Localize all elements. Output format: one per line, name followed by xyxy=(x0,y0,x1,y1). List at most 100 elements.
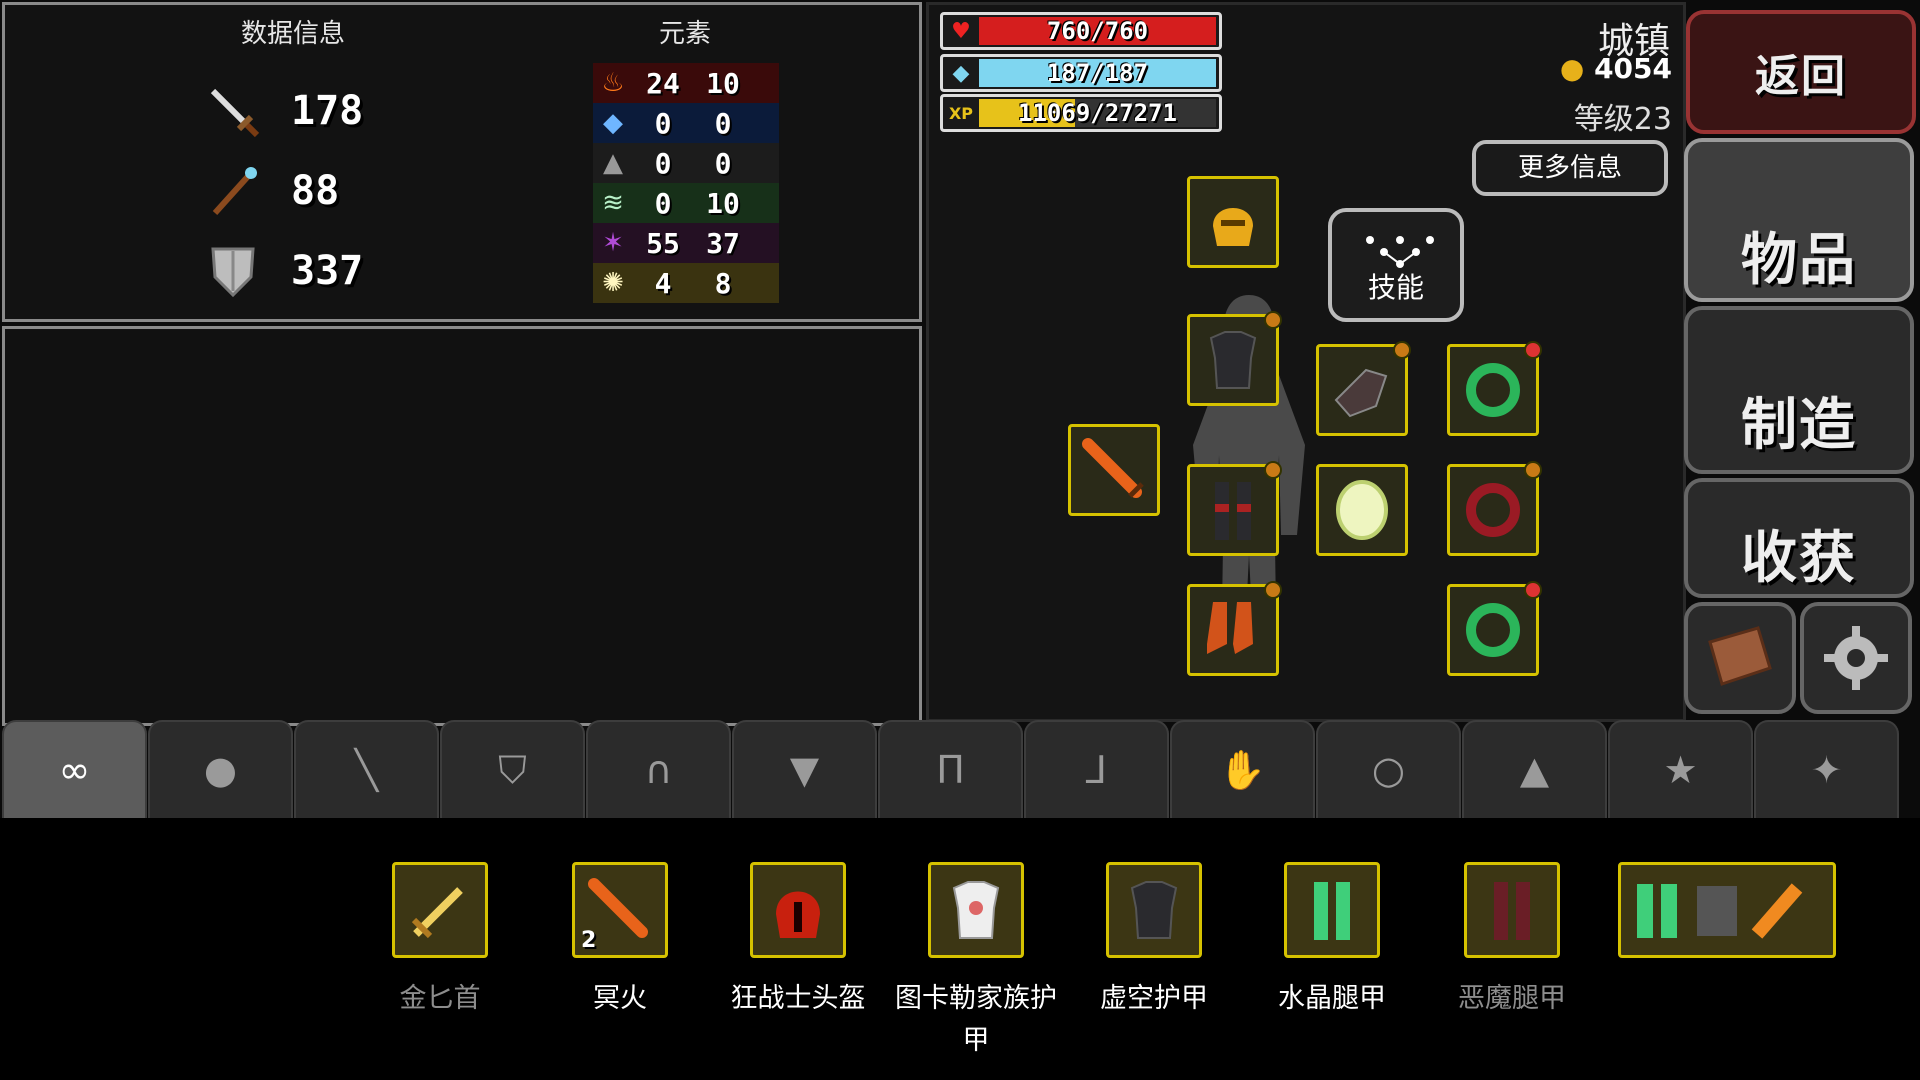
wand-icon: ✦ xyxy=(1810,748,1843,792)
gear-icon xyxy=(1824,626,1888,690)
inventory-item-stack[interactable] xyxy=(1618,862,1836,958)
slot-offhand[interactable] xyxy=(1316,464,1408,556)
journal-button[interactable] xyxy=(1684,602,1796,714)
back-label: 返回 xyxy=(1755,51,1847,102)
mp-bar: ◆ 187/187 xyxy=(940,54,1222,92)
item-stack-icon xyxy=(1637,883,1803,939)
tab-shields[interactable]: ⛉ xyxy=(440,720,585,818)
ring-icon xyxy=(1466,363,1520,417)
boots-icon xyxy=(1207,602,1253,654)
tab-rings[interactable]: ○ xyxy=(1316,720,1461,818)
item-name: 狂战士头盔 xyxy=(730,983,866,1014)
tab-legs[interactable]: Π xyxy=(878,720,1023,818)
slot-ring-2[interactable] xyxy=(1447,461,1542,556)
elements-table: ♨ 24 10 ◆ 0 0 ▲ 0 0 ≋ 0 10 ✶ 55 37 ✺ 4 8 xyxy=(593,63,779,303)
settings-button[interactable] xyxy=(1800,602,1912,714)
boots-icon: ⅃ xyxy=(1085,748,1108,792)
more-info-button[interactable]: 更多信息 xyxy=(1472,140,1668,196)
tab-favorites[interactable]: ★ xyxy=(1608,720,1753,818)
xp-bar: XP 11069/27271 xyxy=(940,94,1222,132)
elements-header: 元素 xyxy=(659,19,712,49)
staff-icon xyxy=(212,167,257,216)
rock-attack: 0 xyxy=(654,146,672,180)
tab-hats[interactable]: ▲ xyxy=(1462,720,1607,818)
tab-helmets[interactable]: ∩ xyxy=(586,720,731,818)
inventory-item[interactable] xyxy=(928,862,1024,958)
wind-attack: 0 xyxy=(654,186,672,220)
harvest-button[interactable]: 收获 xyxy=(1684,478,1914,598)
wind-icon: ≋ xyxy=(602,188,624,218)
slot-helmet[interactable] xyxy=(1187,176,1279,268)
star-icon: ★ xyxy=(1663,748,1698,792)
fire-icon: ♨ xyxy=(601,68,625,98)
gem-socket xyxy=(1524,581,1542,599)
ring-icon xyxy=(1466,483,1520,537)
gem-socket xyxy=(1264,581,1282,599)
item-name: 水晶腿甲 xyxy=(1278,983,1386,1014)
xp-track: 11069/27271 xyxy=(979,99,1216,127)
rock-icon: ▲ xyxy=(603,148,623,178)
rock-defense: 0 xyxy=(714,146,732,180)
orb-icon xyxy=(1336,480,1388,540)
inventory-item[interactable] xyxy=(1464,862,1560,958)
element-row-ice: ◆ 0 0 xyxy=(593,103,779,143)
void-armor-icon xyxy=(1130,881,1178,939)
slot-weapon[interactable] xyxy=(1068,424,1160,516)
inventory-item[interactable] xyxy=(1106,862,1202,958)
slot-legs[interactable] xyxy=(1187,461,1282,556)
skills-button[interactable]: 技能 xyxy=(1328,208,1464,322)
slot-ring-1[interactable] xyxy=(1447,341,1542,436)
back-button[interactable]: 返回 xyxy=(1686,10,1916,134)
helmet-icon: ∩ xyxy=(644,748,673,792)
slot-boots[interactable] xyxy=(1187,581,1282,676)
tab-consumables[interactable]: ● xyxy=(148,720,293,818)
tab-armor[interactable]: ▼ xyxy=(732,720,877,818)
mp-track: 187/187 xyxy=(979,59,1216,87)
crystal-legs-icon xyxy=(1314,882,1350,940)
dagger-icon xyxy=(411,887,463,939)
armor-icon xyxy=(1209,331,1257,389)
gold-display: ● 4054 xyxy=(1560,52,1672,85)
fire-attack: 24 xyxy=(646,66,680,100)
element-row-holy: ✺ 4 8 xyxy=(593,263,779,303)
skills-label: 技能 xyxy=(1367,271,1424,304)
attack-stat: 178 xyxy=(205,83,363,139)
slot-amulet[interactable] xyxy=(1447,581,1542,676)
item-name: 虚空护甲 xyxy=(1100,983,1208,1014)
bag-icon: ● xyxy=(203,748,238,792)
tab-gloves[interactable]: ✋ xyxy=(1170,720,1315,818)
craft-button[interactable]: 制造 xyxy=(1684,306,1914,474)
slot-armor[interactable] xyxy=(1187,311,1282,406)
tab-all[interactable]: ∞ xyxy=(2,720,147,818)
gold-icon: ● xyxy=(1559,52,1585,85)
dark-icon: ✶ xyxy=(602,228,624,258)
holy-attack: 4 xyxy=(654,266,672,300)
tab-boots[interactable]: ⅃ xyxy=(1024,720,1169,818)
helmet-icon xyxy=(1213,208,1253,246)
item-name: 恶魔腿甲 xyxy=(1458,983,1566,1014)
magic-value: 88 xyxy=(291,168,340,214)
message-panel xyxy=(2,326,922,726)
inventory-item[interactable]: 2 xyxy=(572,862,668,958)
red-helmet-icon xyxy=(776,891,820,938)
gem-socket xyxy=(1264,311,1282,329)
slot-gloves[interactable] xyxy=(1316,341,1411,436)
legs-icon: Π xyxy=(936,748,965,792)
hp-text: 760/760 xyxy=(1046,17,1149,45)
legs-icon xyxy=(1215,482,1251,540)
gem-socket xyxy=(1393,341,1411,359)
items-button[interactable]: 物品 xyxy=(1684,138,1914,302)
ring-icon: ○ xyxy=(1371,748,1406,792)
wind-defense: 10 xyxy=(706,186,740,220)
item-name: 冥火 xyxy=(593,983,647,1014)
defense-stat: 337 xyxy=(205,243,363,299)
inventory-item[interactable] xyxy=(750,862,846,958)
defense-value: 337 xyxy=(291,248,364,294)
heart-icon: ♥ xyxy=(951,18,971,44)
stats-header: 数据信息 xyxy=(241,19,346,49)
inventory-item[interactable] xyxy=(392,862,488,958)
inventory-item[interactable] xyxy=(1284,862,1380,958)
tab-weapons[interactable]: ╲ xyxy=(294,720,439,818)
xp-text: 11069/27271 xyxy=(1018,99,1177,127)
tab-magic[interactable]: ✦ xyxy=(1754,720,1899,818)
